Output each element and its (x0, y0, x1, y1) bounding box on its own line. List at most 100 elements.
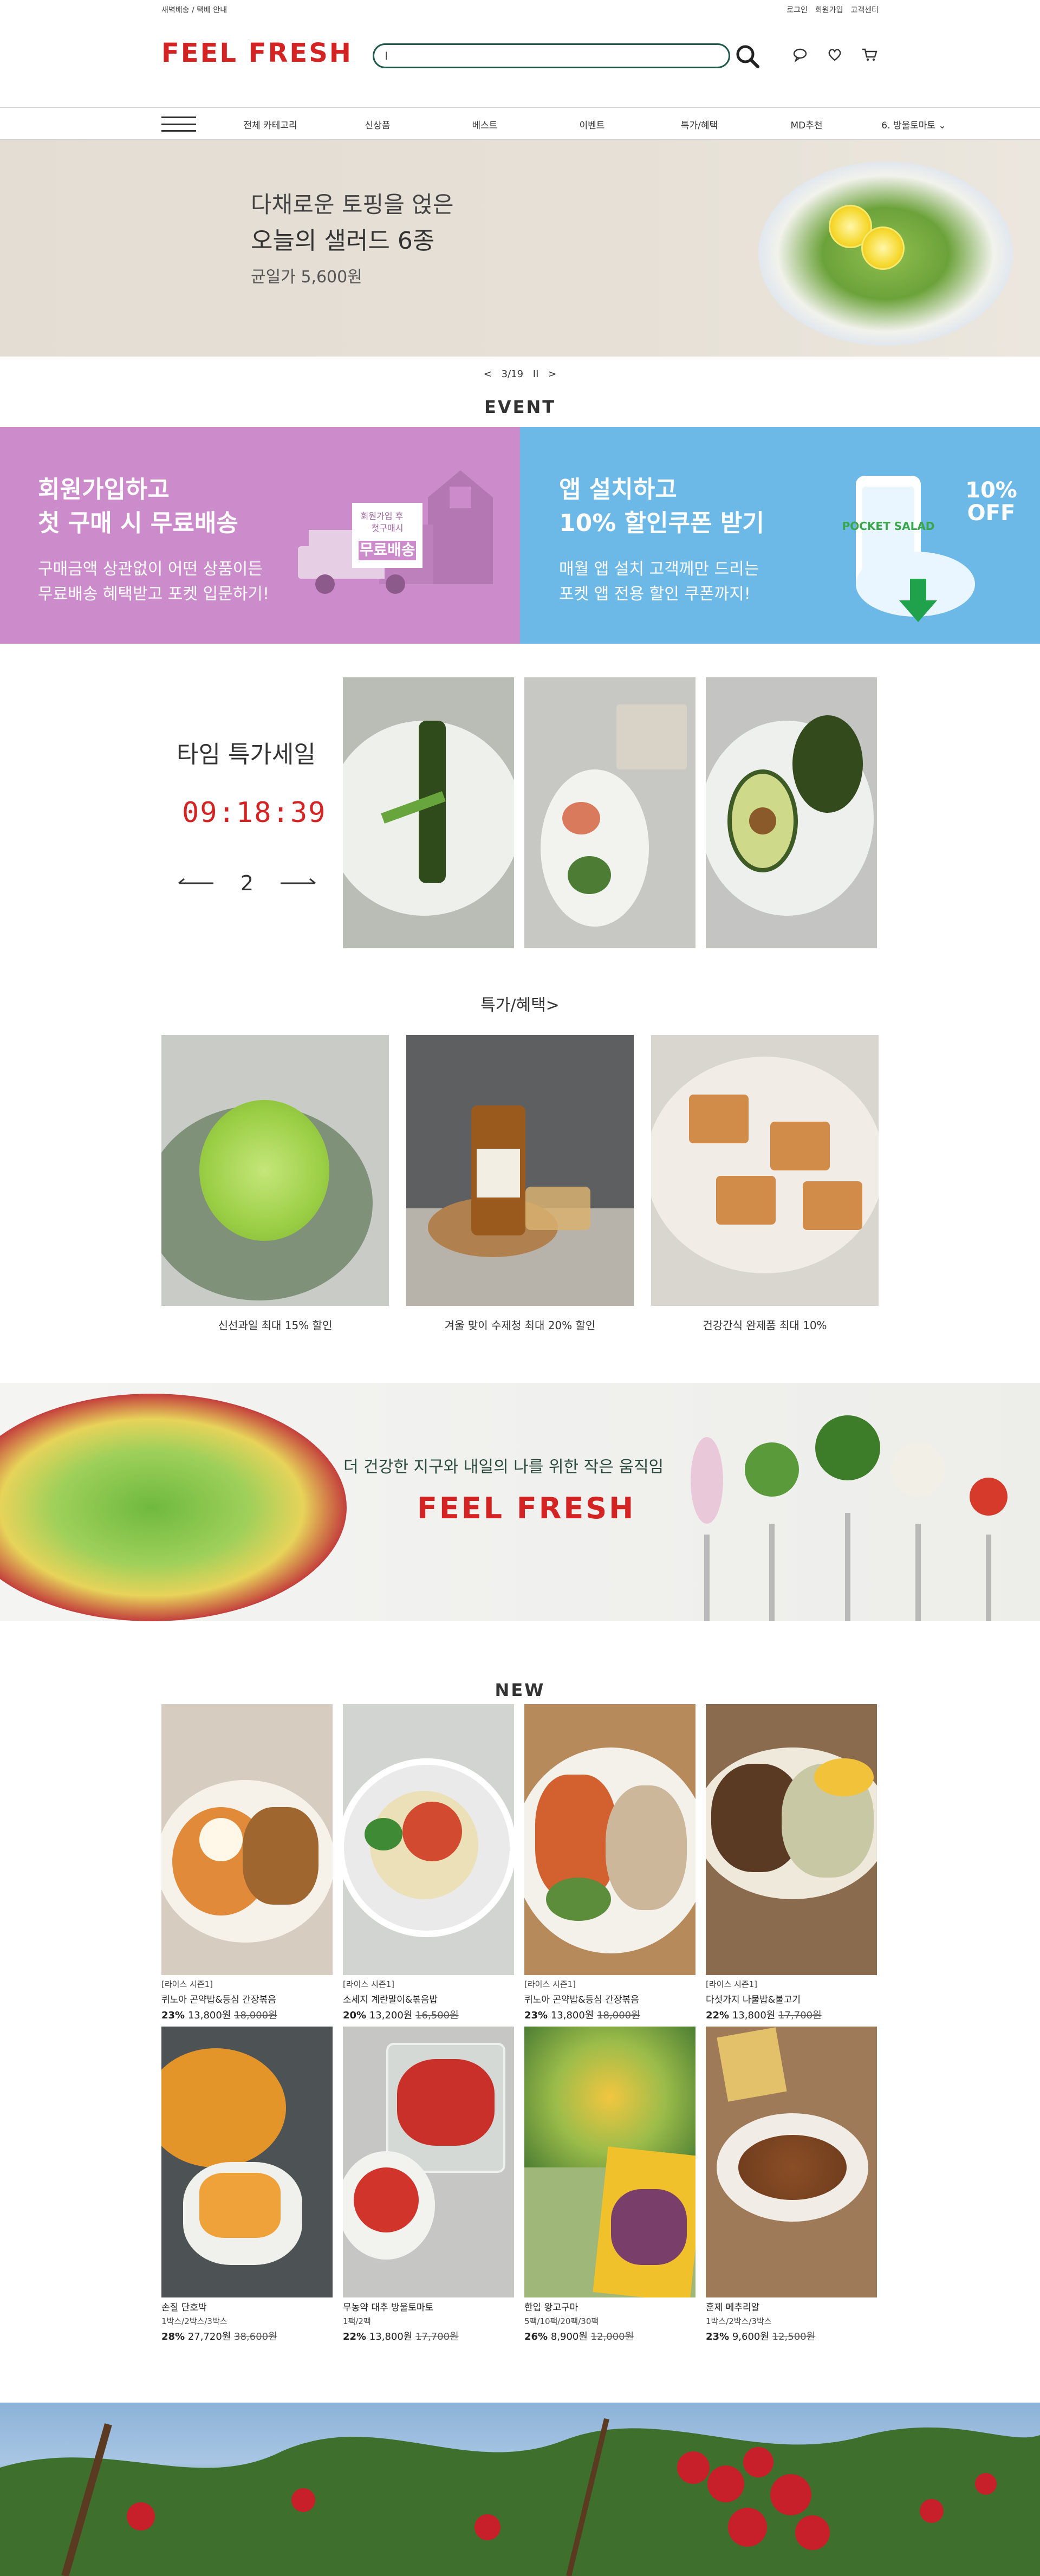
timesale-timer: 09:18:39 (182, 797, 327, 829)
product-name: 다섯가지 나물밥&불고기 (706, 1995, 801, 2005)
product-name: 소세지 계란말이&볶음밥 (343, 1995, 438, 2005)
nav-item-md[interactable]: MD추천 (753, 118, 860, 131)
arrow-left-icon[interactable] (177, 878, 214, 889)
product-sale-price: 27,720원 (187, 2331, 231, 2342)
event-banner-free-shipping[interactable]: 회원가입하고 첫 구매 시 무료배송 구매금액 상관없이 어떤 상품이든 무료배… (0, 427, 520, 644)
product-price: 26% 8,900원 12,000원 (524, 2329, 696, 2343)
app-name-text: POCKET SALAD (842, 520, 935, 533)
event-right-heading: 앱 설치하고 10% 할인쿠폰 받기 (559, 473, 764, 540)
event-right-heading-line1: 앱 설치하고 (559, 476, 677, 503)
product-image (524, 1704, 696, 1975)
product-sale-price: 13,800원 (369, 2331, 413, 2342)
product-card[interactable]: [라이스 시즌1] 퀴노아 곤약밥&등심 간장볶음 23% 13,800원 18… (161, 1704, 333, 2022)
main-nav: 전체 카테고리 신상품 베스트 이벤트 특가/혜택 MD추천 6. 방울토마토 … (0, 107, 1040, 140)
timesale-product-image[interactable] (706, 677, 877, 948)
nav-item-ranking[interactable]: 6. 방울토마토 ⌄ (860, 118, 967, 131)
delivery-truck-icon: 회원가입 후 첫구매시 무료배송 (298, 470, 493, 594)
syrup-image (406, 1035, 634, 1306)
event-right-desc-line2: 포켓 앱 전용 할인 쿠폰까지! (559, 585, 751, 604)
free-shipping-badge-line2: 첫구매시 (372, 523, 404, 533)
grapes-image (161, 1035, 389, 1306)
product-card[interactable]: 훈제 메추리알 1박스/2박스/3박스 23% 9,600원 12,500원 (706, 2027, 877, 2343)
benefits-title[interactable]: 특가/혜택> (0, 992, 1040, 1015)
product-price: 23% 9,600원 12,500원 (706, 2329, 877, 2343)
brand-banner[interactable]: 더 건강한 지구와 내일의 나를 위한 작은 움직임 FEEL FRESH (0, 1383, 1040, 1621)
product-discount: 22% (343, 2331, 367, 2342)
app-download-icon: POCKET SALAD 10% OFF (842, 476, 1017, 622)
product-original-price: 38,600원 (234, 2331, 277, 2342)
nav-item-event[interactable]: 이벤트 (538, 118, 646, 131)
product-card[interactable]: 손질 단호박 1박스/2박스/3박스 28% 27,720원 38,600원 (161, 2027, 333, 2343)
offer-percent-text: 10% (965, 478, 1017, 503)
free-shipping-badge-line3: 무료배송 (359, 541, 415, 559)
hero-pause-button[interactable]: II (533, 368, 539, 380)
event-left-heading: 회원가입하고 첫 구매 시 무료배송 (38, 473, 238, 540)
product-price: 20% 13,200원 16,500원 (343, 2008, 514, 2022)
benefit-card[interactable]: 겨울 맞이 수제청 최대 20% 할인 (406, 1035, 634, 1332)
delivery-info-link[interactable]: 새벽배송 / 택배 안내 (161, 4, 227, 15)
product-options: 5팩/10팩/20팩/30팩 (524, 2316, 599, 2326)
nav-item-special[interactable]: 특가/혜택 (646, 118, 753, 131)
product-card[interactable]: [라이스 시즌1] 다섯가지 나물밥&불고기 22% 13,800원 17,70… (706, 1704, 877, 2022)
cart-button[interactable] (860, 46, 879, 64)
hamburger-menu-icon[interactable] (161, 116, 196, 132)
product-options: 1박스/2박스/3박스 (706, 2316, 772, 2326)
join-link[interactable]: 회원가입 (815, 4, 843, 15)
search-input[interactable] (374, 45, 729, 67)
timesale-page-number: 2 (240, 871, 254, 895)
apple-orchard-banner[interactable] (0, 2403, 1040, 2576)
nav-items: 전체 카테고리 신상품 베스트 이벤트 특가/혜택 MD추천 6. 방울토마토 … (217, 108, 967, 140)
product-image (161, 2027, 333, 2297)
product-original-price: 18,000원 (597, 2010, 640, 2021)
nav-item-all-categories[interactable]: 전체 카테고리 (217, 118, 324, 131)
new-section-title: NEW (495, 1680, 545, 1700)
product-discount: 23% (706, 2331, 730, 2342)
product-card[interactable]: [라이스 시즌1] 소세지 계란말이&볶음밥 20% 13,200원 16,50… (343, 1704, 514, 2022)
search-button[interactable] (732, 41, 763, 72)
free-shipping-badge-line1: 회원가입 후 (361, 511, 404, 521)
product-discount: 20% (343, 2010, 367, 2021)
timesale-product-image[interactable] (524, 677, 696, 948)
product-image (706, 2027, 877, 2297)
product-image (343, 1704, 514, 1975)
hero-page-indicator: 3/19 (501, 368, 524, 380)
product-card[interactable]: [라이스 시즌1] 퀴노아 곤약밥&등심 간장볶음 23% 13,800원 18… (524, 1704, 696, 2022)
event-left-desc-line1: 구매금액 상관없이 어떤 상품이든 (38, 560, 263, 579)
product-category: [라이스 시즌1] (706, 1979, 758, 1989)
apple-tree-image (0, 2418, 1040, 2576)
site-logo[interactable]: FEEL FRESH (161, 38, 353, 68)
product-sale-price: 13,800원 (550, 2010, 594, 2021)
nav-item-new[interactable]: 신상품 (324, 118, 431, 131)
product-original-price: 12,000원 (590, 2331, 634, 2342)
product-card[interactable]: 한입 왕고구마 5팩/10팩/20팩/30팩 26% 8,900원 12,000… (524, 2027, 696, 2343)
product-image (706, 1704, 877, 1975)
hero-next-button[interactable]: > (548, 368, 556, 380)
wishlist-button[interactable] (826, 46, 844, 64)
salad-bowl-image (0, 1394, 347, 1621)
login-link[interactable]: 로그인 (786, 4, 808, 15)
benefit-card[interactable]: 신선과일 최대 15% 할인 (161, 1035, 389, 1332)
header-icons (791, 46, 879, 64)
chat-button[interactable] (791, 46, 809, 64)
hero-line3: 균일가 5,600원 (251, 268, 362, 287)
event-banner-app-coupon[interactable]: 앱 설치하고 10% 할인쿠폰 받기 매월 앱 설치 고객께만 드리는 포켓 앱… (520, 427, 1040, 644)
nav-item-best[interactable]: 베스트 (431, 118, 538, 131)
event-right-desc: 매월 앱 설치 고객께만 드리는 포켓 앱 전용 할인 쿠폰까지! (559, 557, 759, 607)
benefit-card[interactable]: 건강간식 완제품 최대 10% (651, 1035, 879, 1332)
timesale-product-image[interactable] (343, 677, 514, 948)
event-right-heading-line2: 10% 할인쿠폰 받기 (559, 509, 764, 537)
hero-banner[interactable]: 다채로운 토핑을 얹은 오늘의 샐러드 6종 균일가 5,600원 (0, 140, 1040, 357)
product-category: [라이스 시즌1] (343, 1979, 395, 1989)
product-discount: 23% (524, 2010, 548, 2021)
product-original-price: 16,500원 (415, 2010, 459, 2021)
arrow-right-icon[interactable] (280, 878, 317, 889)
hero-line1: 다채로운 토핑을 얹은 (251, 191, 454, 218)
product-sale-price: 13,800원 (187, 2010, 231, 2021)
product-name: 손질 단호박 (161, 2302, 207, 2313)
product-card[interactable]: 무농약 대추 방울토마토 1팩/2팩 22% 13,800원 17,700원 (343, 2027, 514, 2343)
customer-center-link[interactable]: 고객센터 (850, 4, 879, 15)
product-price: 22% 13,800원 17,700원 (706, 2008, 877, 2022)
product-name: 훈제 메추리알 (706, 2302, 760, 2313)
hero-prev-button[interactable]: < (484, 368, 492, 380)
product-options: 1박스/2박스/3박스 (161, 2316, 227, 2326)
